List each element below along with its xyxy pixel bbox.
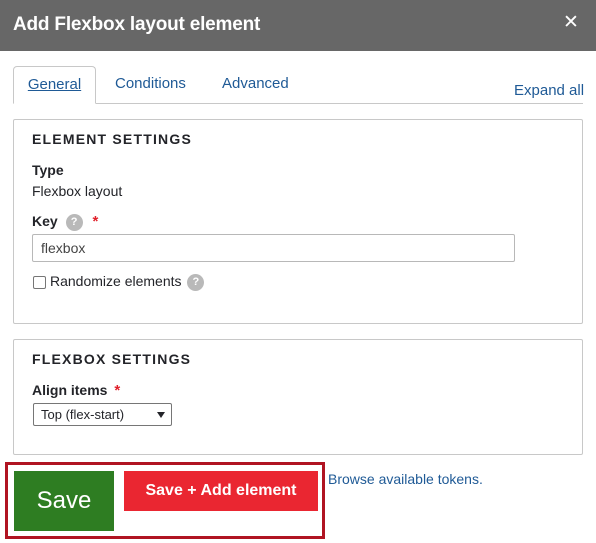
required-marker: * xyxy=(114,382,121,399)
key-input[interactable] xyxy=(32,234,515,262)
chevron-down-icon xyxy=(157,412,165,418)
type-label: Type xyxy=(32,162,64,178)
align-items-select[interactable]: Top (flex-start) xyxy=(33,403,172,426)
key-label: Key xyxy=(32,213,58,229)
align-items-label: Align items xyxy=(32,382,108,398)
expand-all-link[interactable]: Expand all xyxy=(514,82,584,99)
help-icon[interactable]: ? xyxy=(65,213,83,231)
tab-conditions[interactable]: Conditions xyxy=(115,66,186,104)
flexbox-settings-fieldset: FLEXBOX SETTINGS Align items * Top (flex… xyxy=(13,339,583,455)
type-value: Flexbox layout xyxy=(32,183,123,199)
dialog-titlebar: Add Flexbox layout element ✕ xyxy=(0,0,596,51)
randomize-label-row[interactable]: Randomize elements ? xyxy=(50,273,205,291)
element-settings-fieldset: ELEMENT SETTINGS Type Flexbox layout Key… xyxy=(13,119,583,324)
tab-general-label: General xyxy=(27,76,82,93)
required-marker: * xyxy=(92,213,99,230)
dialog-title: Add Flexbox layout element xyxy=(13,14,261,35)
align-items-label-row: Align items * xyxy=(32,382,120,399)
tabs-divider xyxy=(13,103,583,104)
save-button[interactable]: Save xyxy=(14,471,114,531)
key-label-row: Key ? * xyxy=(32,213,98,231)
element-settings-legend: ELEMENT SETTINGS xyxy=(32,131,192,147)
flexbox-settings-legend: FLEXBOX SETTINGS xyxy=(32,351,192,367)
browse-tokens-link[interactable]: Browse available tokens. xyxy=(328,471,483,487)
randomize-label: Randomize elements xyxy=(50,273,182,289)
align-items-value: Top (flex-start) xyxy=(41,407,125,422)
tab-general[interactable]: General xyxy=(13,66,96,104)
tab-advanced[interactable]: Advanced xyxy=(222,66,289,104)
randomize-checkbox[interactable] xyxy=(33,276,46,289)
close-icon[interactable]: ✕ xyxy=(560,12,582,34)
save-add-element-button[interactable]: Save + Add element xyxy=(124,471,318,511)
help-icon[interactable]: ? xyxy=(187,273,205,291)
